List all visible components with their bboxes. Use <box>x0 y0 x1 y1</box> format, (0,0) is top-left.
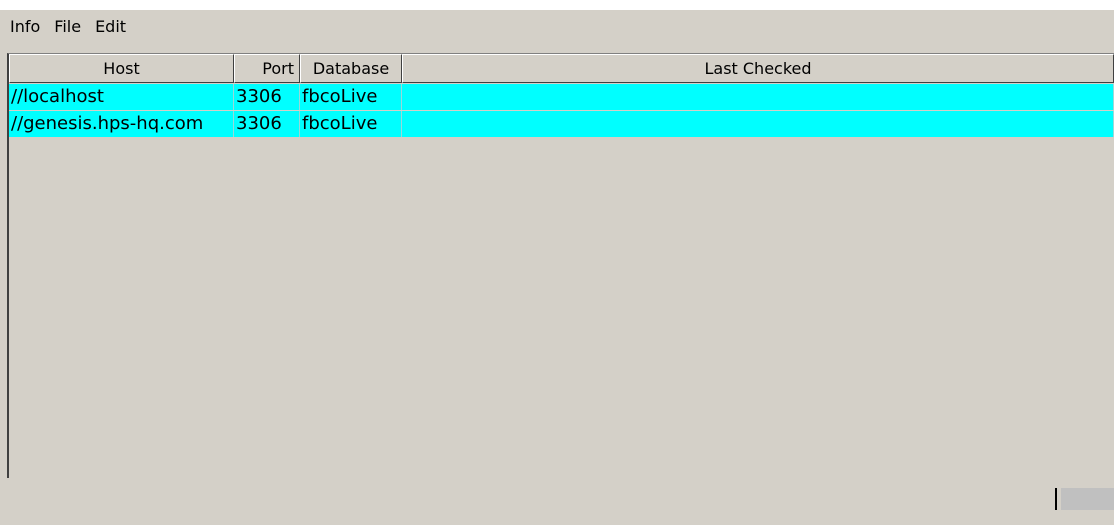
cell-port: 3306 <box>234 111 300 137</box>
table-header: Host Port Database Last Checked <box>9 54 1114 83</box>
column-header-port[interactable]: Port <box>234 54 300 83</box>
column-header-host[interactable]: Host <box>9 54 234 83</box>
cell-database: fbcoLive <box>300 111 402 137</box>
menu-bar: Info File Edit <box>0 10 1114 44</box>
table-row[interactable]: //localhost 3306 fbcoLive <box>9 84 1114 110</box>
cell-port: 3306 <box>234 84 300 110</box>
menu-file[interactable]: File <box>47 10 88 44</box>
cell-database: fbcoLive <box>300 84 402 110</box>
status-grip-icon[interactable] <box>1061 488 1114 510</box>
table-row[interactable]: //genesis.hps-hq.com 3306 fbcoLive <box>9 111 1114 137</box>
cell-last-checked <box>402 84 1114 110</box>
column-header-last-checked[interactable]: Last Checked <box>402 54 1114 83</box>
cell-last-checked <box>402 111 1114 137</box>
menu-edit[interactable]: Edit <box>88 10 133 44</box>
app-window: Info File Edit Host Port Database Last C… <box>0 10 1114 525</box>
cell-host: //localhost <box>9 84 234 110</box>
menu-info[interactable]: Info <box>0 10 47 44</box>
status-divider <box>1055 488 1057 510</box>
status-bar <box>0 478 1114 525</box>
column-header-database[interactable]: Database <box>300 54 402 83</box>
cell-host: //genesis.hps-hq.com <box>9 111 234 137</box>
hosts-table[interactable]: Host Port Database Last Checked //localh… <box>7 53 1114 479</box>
